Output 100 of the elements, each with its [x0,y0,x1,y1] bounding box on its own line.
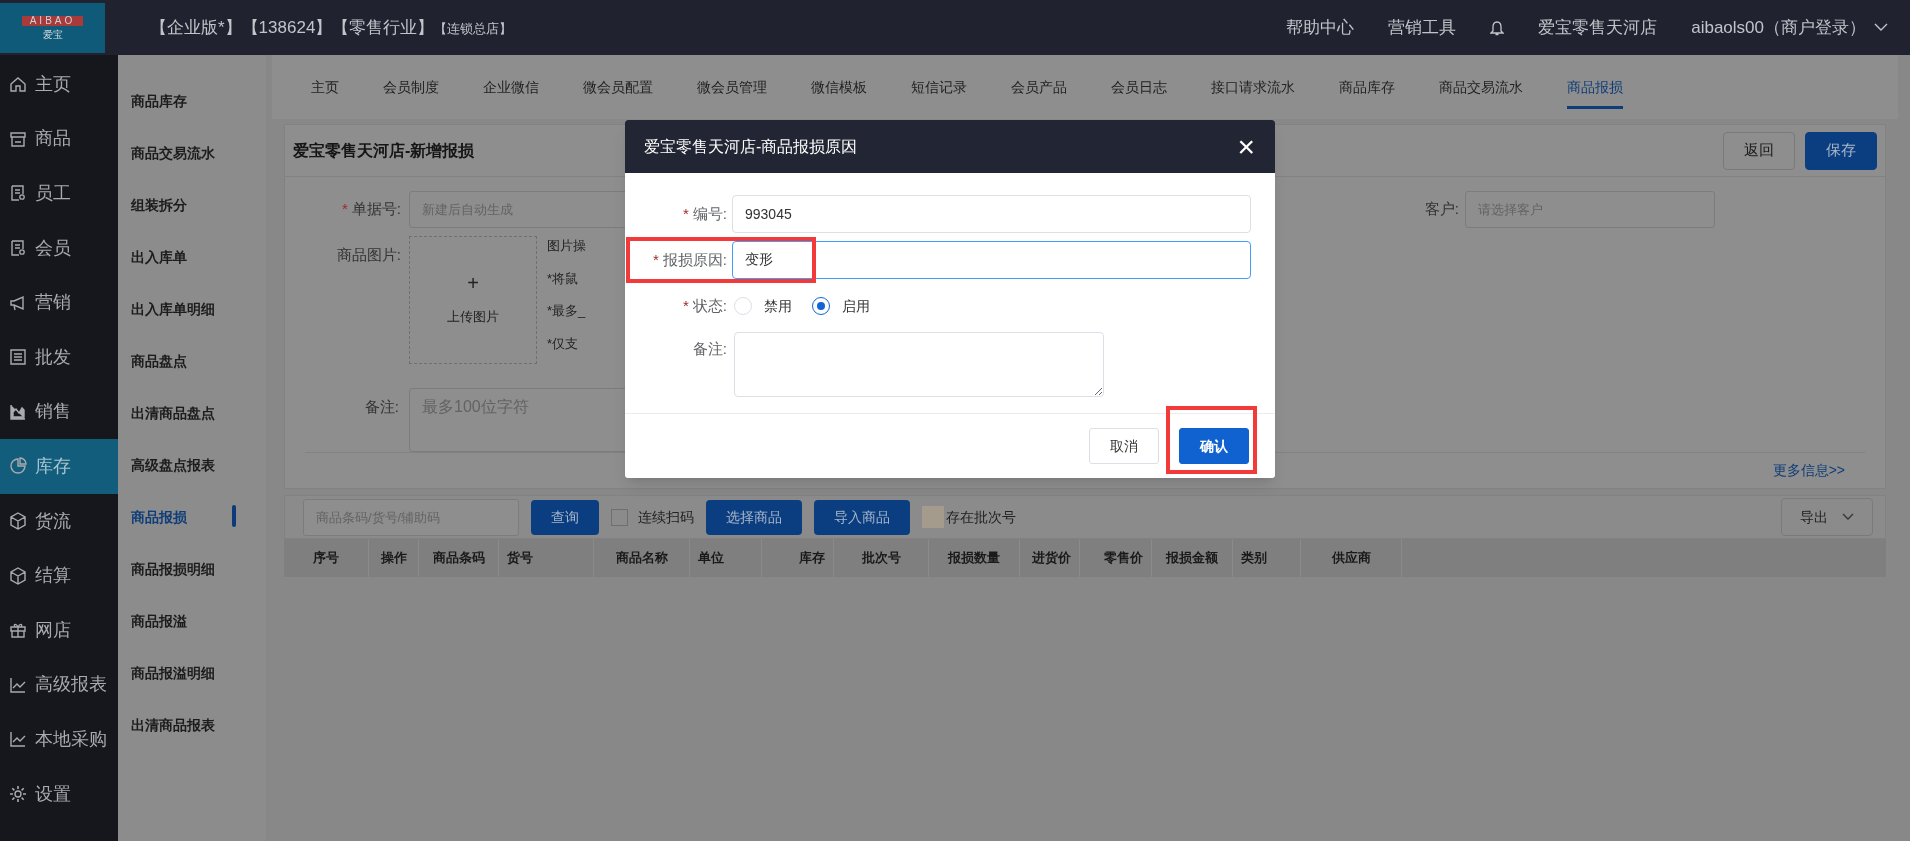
field-label: 备注: [692,339,727,359]
subnav-item[interactable]: 出清商品报表 [118,699,266,751]
tab[interactable]: 主页 [289,55,361,119]
plus-sign: + [467,273,479,294]
radio-option[interactable]: 禁用 [734,295,792,317]
import-goods-button[interactable]: 导入商品 [814,499,910,535]
gear-icon [9,785,27,803]
subnav-item[interactable]: 商品交易流水 [118,127,266,179]
tab[interactable]: 商品报损 [1545,55,1645,119]
nav-item[interactable]: 设置 [0,766,118,822]
required-mark: * [653,249,659,270]
nav-item[interactable]: 会员 [0,220,118,276]
column-header: 单位 [690,539,762,577]
more-info-link[interactable]: 更多信息>> [1772,460,1845,481]
select-goods-button[interactable]: 选择商品 [706,499,802,535]
branch-label: 【连锁总店】 [434,19,513,38]
subnav-item[interactable]: 出入库单明细 [118,283,266,335]
subnav-item[interactable]: 出入库单 [118,231,266,283]
tab[interactable]: 会员产品 [989,55,1089,119]
list-icon [9,348,27,367]
header-link[interactable]: 营销工具 [1388,14,1457,41]
form-button[interactable]: 返回 [1723,131,1795,170]
hint-text: 图片操 [547,237,586,256]
chevron-down-icon [1842,513,1854,521]
nav-item[interactable]: 员工 [0,166,118,221]
nav-item[interactable]: 本地采购 [0,712,118,767]
nav-item[interactable]: 营销 [0,275,118,330]
required-mark: * [683,203,689,224]
logo-text: AIBAO [21,15,84,26]
tab[interactable]: 微信模板 [789,55,889,119]
nav-item[interactable]: 批发 [0,329,118,385]
cube-icon [9,566,27,585]
upload-label: 上传图片 [447,308,499,327]
form-button[interactable]: 保存 [1805,131,1877,170]
column-header: 供应商 [1301,539,1402,577]
text-field[interactable]: 变形 [732,241,1251,279]
edition-label: 【企业版*】【138624】【零售行业】 [150,16,435,39]
field-label: 备注: [364,397,399,418]
field-label: 编号: [692,203,727,224]
tab[interactable]: 微会员管理 [675,55,789,119]
tab[interactable]: 企业微信 [461,55,561,119]
nav-item[interactable]: 库存 [0,439,118,494]
tab[interactable]: 短信记录 [889,55,989,119]
tab[interactable]: 会员日志 [1089,55,1189,119]
store-icon [9,129,27,148]
line-icon [9,675,27,694]
checkbox[interactable] [611,508,628,526]
subnav-item[interactable]: 商品报损 [118,491,266,543]
nav-item[interactable]: 网店 [0,602,118,658]
nav-item[interactable]: 高级报表 [0,657,118,713]
close-button[interactable]: × [1237,131,1255,162]
form-title: 爱宝零售天河店-新增报损 [293,140,475,161]
subnav-item[interactable]: 商品报损明细 [118,543,266,595]
tab-underline [1567,106,1623,109]
home-icon [9,75,27,94]
upload-area[interactable]: + 上传图片 [409,236,537,365]
nav-item[interactable]: 货流 [0,493,118,549]
subnav-item[interactable]: 商品报溢 [118,595,266,647]
line-icon [9,730,27,749]
subnav-item[interactable]: 出清商品盘点 [118,387,266,439]
radio-option[interactable]: 启用 [812,295,870,317]
subnav-item[interactable]: 商品盘点 [118,335,266,387]
subnav-item[interactable]: 商品报溢明细 [118,647,266,699]
header-link[interactable]: 帮助中心 [1286,14,1355,41]
text-field[interactable]: 993045 [732,195,1251,233]
doc-icon [9,184,27,203]
column-header: 零售价 [1080,539,1152,577]
checkbox-label: 连续扫码 [638,507,694,527]
chevron-down-icon [1874,23,1888,32]
column-header: 批次号 [834,539,929,577]
user-menu[interactable]: aibaols00（商户登录） [1691,14,1888,41]
nav-item[interactable]: 结算 [0,548,118,603]
cube-icon [9,512,27,531]
checkbox[interactable] [922,506,944,528]
hint-text: *仅支 [547,334,580,353]
tab[interactable]: 商品库存 [1317,55,1417,119]
pie-icon [9,457,27,476]
hint-text: *将鼠 [547,269,580,288]
export-button[interactable]: 导出 [1781,498,1873,536]
tab[interactable]: 商品交易流水 [1417,55,1545,119]
subnav-item[interactable]: 高级盘点报表 [118,439,266,491]
nav-item[interactable]: 主页 [0,57,118,112]
field-label: 商品图片: [336,245,401,266]
dialog-button[interactable]: 确认 [1179,428,1249,464]
subnav-item[interactable]: 组装拆分 [118,179,266,231]
nav-item[interactable]: 销售 [0,384,118,440]
tab[interactable]: 会员制度 [361,55,461,119]
column-header: 库存 [762,539,834,577]
remark-textarea[interactable] [734,332,1104,397]
tab[interactable]: 接口请求流水 [1189,55,1317,119]
active-indicator [232,505,236,527]
tab[interactable]: 微会员配置 [561,55,675,119]
nav-item[interactable]: 商品 [0,111,118,167]
subnav-item[interactable]: 商品库存 [118,75,266,127]
store-name[interactable]: 爱宝零售天河店 [1538,14,1658,41]
field-label: 状态: [692,295,727,316]
required-mark: * [683,295,689,316]
dialog-button[interactable]: 取消 [1089,428,1159,464]
column-header: 进货价 [1020,539,1080,577]
query-button[interactable]: 查询 [531,499,599,535]
